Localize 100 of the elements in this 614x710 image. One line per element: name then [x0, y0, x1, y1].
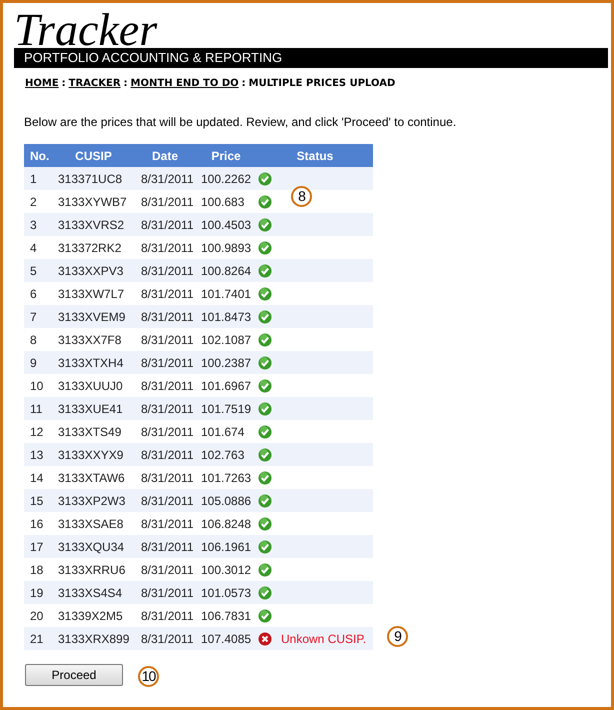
table-cell: 100.4503: [195, 213, 257, 236]
table-cell: 100.3012: [195, 558, 257, 581]
check-icon: [258, 332, 272, 346]
table-cell: 100.9893: [195, 236, 257, 259]
table-cell: 8/31/2011: [135, 558, 195, 581]
table-cell: 8/31/2011: [135, 397, 195, 420]
table-cell: 107.4085: [195, 627, 257, 650]
table-cell: 100.2387: [195, 351, 257, 374]
table-cell: 8/31/2011: [135, 420, 195, 443]
table-cell: 3133XUUJ0: [52, 374, 135, 397]
table-cell: 8/31/2011: [135, 328, 195, 351]
table-cell: 6: [24, 282, 52, 305]
table-cell: 101.0573: [195, 581, 257, 604]
check-icon: [258, 356, 272, 370]
table-cell: 9: [24, 351, 52, 374]
table-cell: 100.683: [195, 190, 257, 213]
table-cell: 101.6967: [195, 374, 257, 397]
table-cell: 3133XXYX9: [52, 443, 135, 466]
proceed-button[interactable]: Proceed: [25, 664, 123, 686]
breadcrumb-link[interactable]: TRACKER: [68, 76, 121, 91]
table-cell: 8/31/2011: [135, 604, 195, 627]
table-cell: 4: [24, 236, 52, 259]
table-cell: 8/31/2011: [135, 535, 195, 558]
table-cell: 8/31/2011: [135, 213, 195, 236]
table-cell: 7: [24, 305, 52, 328]
column-header: Date: [135, 144, 195, 167]
table-cell: 18: [24, 558, 52, 581]
table-cell: 105.0886: [195, 489, 257, 512]
table-cell: 16: [24, 512, 52, 535]
table-cell: 100.2262: [195, 167, 257, 190]
table-cell: 8/31/2011: [135, 466, 195, 489]
table-cell: 3133XVEM9: [52, 305, 135, 328]
check-icon: [258, 378, 272, 392]
table-cell: 19: [24, 581, 52, 604]
breadcrumb-separator: :: [124, 77, 128, 91]
table-cell: 3133XXPV3: [52, 259, 135, 282]
check-icon: [258, 586, 272, 600]
table-cell: 106.1961: [195, 535, 257, 558]
table-cell: 8/31/2011: [135, 190, 195, 213]
table-cell: 100.8264: [195, 259, 257, 282]
header-subtitle: PORTFOLIO ACCOUNTING & REPORTING: [24, 49, 282, 68]
table-cell: 5: [24, 259, 52, 282]
check-icon: [258, 240, 272, 254]
table-cell: 3: [24, 213, 52, 236]
table-cell: 101.7263: [195, 466, 257, 489]
breadcrumb-link[interactable]: MONTH END TO DO: [130, 76, 239, 91]
table-cell: 3133XYWB7: [52, 190, 135, 213]
callout-marker: 10: [138, 666, 159, 687]
check-icon: [258, 402, 272, 416]
table-cell: 101.7401: [195, 282, 257, 305]
callout-marker: 9: [387, 626, 408, 647]
table-cell: 8/31/2011: [135, 167, 195, 190]
table-cell: 8/31/2011: [135, 236, 195, 259]
table-cell: 3133XTAW6: [52, 466, 135, 489]
table-cell: 3133XW7L7: [52, 282, 135, 305]
table-cell: 3133XTXH4: [52, 351, 135, 374]
breadcrumb-link[interactable]: HOME: [25, 76, 59, 91]
column-header: Status: [257, 144, 373, 167]
table-cell: 14: [24, 466, 52, 489]
table-cell: 3133XRX899: [52, 627, 135, 650]
table-cell: 10: [24, 374, 52, 397]
table-cell: 102.763: [195, 443, 257, 466]
table-cell: 8/31/2011: [135, 305, 195, 328]
breadcrumb-current: MULTIPLE PRICES UPLOAD: [248, 77, 396, 91]
table-cell: 101.8473: [195, 305, 257, 328]
table-cell: 8/31/2011: [135, 259, 195, 282]
table-cell: 8/31/2011: [135, 351, 195, 374]
breadcrumb-separator: :: [62, 77, 66, 91]
table-cell: 8/31/2011: [135, 282, 195, 305]
site-title: Tracker: [14, 11, 158, 48]
table-cell: 3133XUE41: [52, 397, 135, 420]
table-cell: 31339X2M5: [52, 604, 135, 627]
check-icon: [258, 310, 272, 324]
table-cell: 3133XRRU6: [52, 558, 135, 581]
table-cell: 3133XSAE8: [52, 512, 135, 535]
check-icon: [258, 470, 272, 484]
table-cell: 3133XVRS2: [52, 213, 135, 236]
table-cell: 3133XQU34: [52, 535, 135, 558]
table-cell: 8/31/2011: [135, 374, 195, 397]
check-icon: [258, 516, 272, 530]
table-cell: 3133XTS49: [52, 420, 135, 443]
table-cell: 8/31/2011: [135, 489, 195, 512]
check-icon: [258, 448, 272, 462]
check-icon: [258, 172, 272, 186]
table-cell: 12: [24, 420, 52, 443]
check-icon: [258, 424, 272, 438]
column-header: No.: [24, 144, 52, 167]
check-icon: [258, 562, 272, 576]
breadcrumb-separator: :: [242, 77, 246, 91]
table-cell: 101.674: [195, 420, 257, 443]
table-cell: 20: [24, 604, 52, 627]
table-cell: 21: [24, 627, 52, 650]
table-cell: 313371UC8: [52, 167, 135, 190]
check-icon: [258, 218, 272, 232]
check-icon: [258, 286, 272, 300]
check-icon: [258, 194, 272, 208]
check-icon: [258, 264, 272, 278]
check-icon: [258, 608, 272, 622]
column-header: Price: [195, 144, 257, 167]
table-cell: 3133XP2W3: [52, 489, 135, 512]
